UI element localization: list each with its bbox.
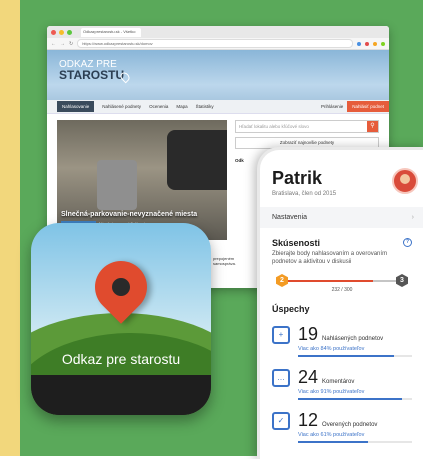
achievement-bar [298, 441, 368, 443]
address-bar: ← → ↻ https://www.odkazprestarostu.sk/do… [47, 38, 389, 50]
achievement-label: Komentárov [322, 379, 355, 385]
achievement-bar [298, 355, 394, 357]
achievement-sub: Viac ako 61% používateľov [298, 432, 365, 438]
help-icon[interactable]: ? [403, 238, 412, 247]
car-shape [167, 130, 227, 190]
achievement-bar [298, 398, 402, 400]
profile-name: Patrik [272, 168, 323, 188]
report-button[interactable]: Nahlásiť podnet [347, 101, 389, 112]
site-menu: Nahlasovanie Nahlásené podnety Ocenenia … [47, 100, 389, 114]
achievement-label: Nahlásených podnetov [322, 336, 384, 342]
phone-screen: Patrik Bratislava, člen od 2015 Nastaven… [257, 147, 423, 459]
achievement-number: 24 [298, 367, 319, 387]
menu-item-nahlasovanie[interactable]: Nahlasovanie [57, 101, 95, 112]
level-progress: 2 3 232 / 300 [272, 272, 412, 296]
url-field[interactable]: https://www.odkazprestarostu.sk/domov [77, 39, 353, 48]
achievement-number: 19 [298, 324, 319, 344]
site-footer-text: prepojeném samospráva. [213, 256, 236, 266]
back-icon[interactable]: ← [51, 41, 56, 47]
site-header: ODKAZ PRE STAROSTU [47, 50, 389, 100]
avatar[interactable] [392, 168, 418, 194]
site-logo[interactable]: ODKAZ PRE STAROSTU [59, 60, 125, 82]
search-icon[interactable]: ⚲ [367, 121, 378, 132]
hero-photo[interactable]: Slnečná-parkovanie-nevyznačené miesta Po… [57, 120, 227, 240]
browser-tabbar: Odkazprestarostu.sk - Všetko [47, 26, 389, 38]
achievement-number: 12 [298, 410, 319, 430]
menu-item-ocenenia[interactable]: Ocenenia [149, 104, 168, 109]
reload-icon[interactable]: ↻ [69, 41, 73, 47]
forward-icon[interactable]: → [60, 41, 65, 47]
search-placeholder: Hľadať lokalitu alebo kľúčové slovo [239, 124, 309, 129]
comment-icon: … [272, 369, 290, 387]
verified-icon: ✓ [272, 412, 290, 430]
close-dot-icon[interactable] [51, 29, 56, 35]
left-border [0, 0, 20, 456]
logo-line2: STAROSTU [59, 68, 125, 82]
report-add-icon: + [272, 326, 290, 344]
experience-title: Skúsenosti [272, 238, 321, 248]
hero-caption: Slnečná-parkovanie-nevyznačené miesta [61, 211, 198, 218]
side-heading-text: Odk [235, 158, 244, 163]
car-shape [97, 160, 137, 210]
menu-item-statistiky[interactable]: Štatistiky [196, 104, 214, 109]
achievements-title: Úspechy [272, 304, 310, 314]
level-fill [282, 280, 373, 282]
achievement-sub: Viac ako 91% používateľov [298, 389, 365, 395]
settings-row[interactable]: Nastavenia › [260, 207, 423, 228]
settings-label: Nastavenia [272, 214, 308, 221]
level-current-badge: 2 [276, 274, 288, 287]
achievement-item: … 24 Komentárov Viac ako 91% používateľov [272, 367, 412, 400]
app-icon[interactable]: Odkaz pre starostu [31, 223, 211, 415]
extension-icon[interactable] [357, 41, 361, 46]
minimize-dot-icon[interactable] [59, 29, 64, 35]
achievement-item: ✓ 12 Overených podnetov Viac ako 61% použ… [272, 410, 412, 443]
experience-desc: Zbierajte body nahlasovaním a overovaním… [272, 251, 388, 265]
footer-line2: samospráva. [213, 261, 236, 266]
extension-icon[interactable] [381, 41, 385, 46]
extension-icon[interactable] [373, 41, 377, 46]
achievement-item: + 19 Nahlásených podnetov Viac ako 84% po… [272, 324, 412, 357]
menu-item-mapa[interactable]: Mapa [176, 104, 187, 109]
maximize-dot-icon[interactable] [67, 29, 72, 35]
browser-tab[interactable]: Odkazprestarostu.sk - Všetko [81, 27, 141, 37]
achievement-label: Overených podnetov [322, 422, 378, 428]
profile-subtitle: Bratislava, člen od 2015 [272, 191, 337, 197]
level-next-badge: 3 [396, 274, 408, 287]
search-input[interactable]: Hľadať lokalitu alebo kľúčové slovo ⚲ [235, 120, 379, 133]
menu-right: Prihlásenie Nahlásiť podnet [321, 101, 389, 112]
chevron-right-icon: › [411, 214, 414, 221]
login-link[interactable]: Prihlásenie [321, 104, 343, 109]
points-text: 232 / 300 [331, 287, 353, 293]
icon-band [31, 375, 211, 415]
menu-item-nahlasene[interactable]: Nahlásené podnety [102, 104, 141, 109]
app-icon-label: Odkaz pre starostu [61, 351, 181, 367]
achievement-sub: Viac ako 84% používateľov [298, 346, 365, 352]
extension-icon[interactable] [365, 41, 369, 46]
